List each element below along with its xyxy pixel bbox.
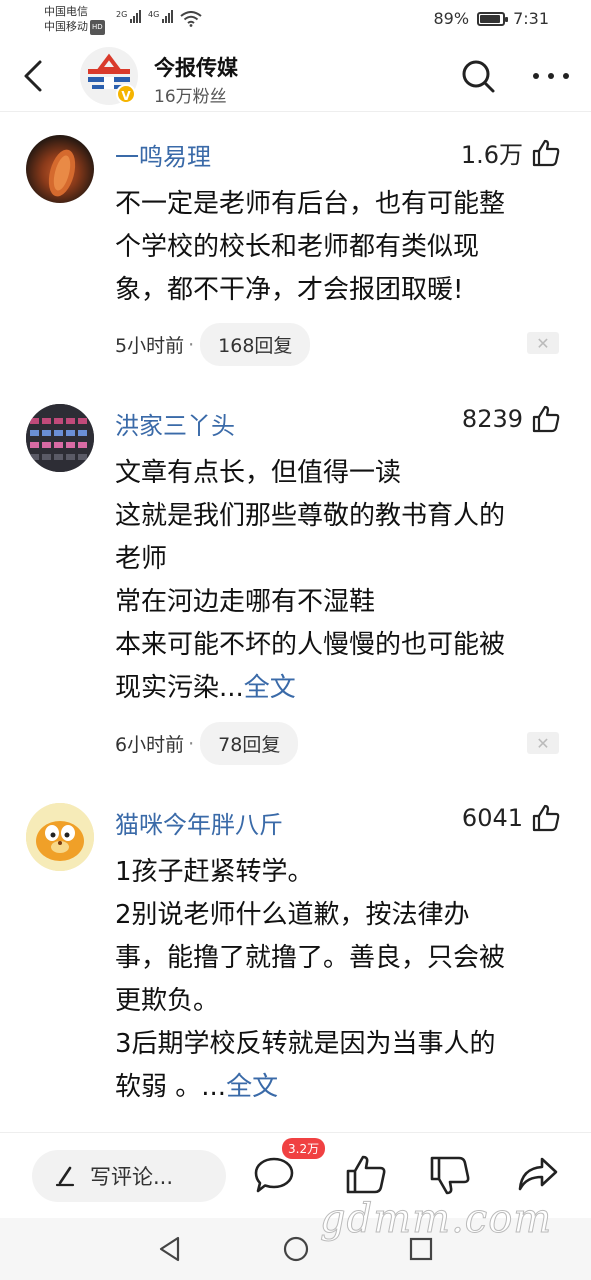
comment-text: 1孩子赶紧转学。 2别说老师什么道歉，按法律办 事，能撸了就撸了。善良，只会被 … [115,851,565,1109]
avatar[interactable] [26,803,94,871]
dismiss-button[interactable]: ✕ [527,732,559,754]
comment-line: 1孩子赶紧转学。 [115,857,314,887]
comment-line: 常在河边走哪有不湿鞋 [115,587,376,617]
status-bar: 中国电信 中国移动 HD 2G 4G 89% 7:31 [0,0,591,42]
follower-count: 16万粉丝 [154,87,227,107]
comment-author[interactable]: 一鸣易理 [115,137,211,172]
dislike-icon[interactable] [428,1153,472,1197]
like-count: 1.6万 [460,141,523,169]
search-icon[interactable] [458,56,498,96]
back-arrow-icon[interactable] [18,56,54,96]
comment-line: 3后期学校反转就是因为当事人的 [115,1029,496,1059]
wifi-icon [180,11,202,27]
comment-line: 个学校的校长和老师都有类似现 [115,232,480,262]
verified-badge: V [116,84,136,104]
comment-time: 6小时前 [115,734,185,756]
signal-4g-label: 4G [148,10,160,19]
nav-back-icon[interactable] [155,1234,185,1264]
meta-separator: · [188,732,195,755]
comment-line: 现实污染... [115,673,244,703]
comment-bubble-icon[interactable] [252,1153,296,1197]
like-count: 6041 [461,804,523,832]
like-counter[interactable]: 6041 [462,803,561,833]
battery-icon [477,11,509,26]
carrier-2: 中国移动 [44,20,88,33]
close-icon: ✕ [536,733,550,753]
avatar[interactable] [26,404,94,472]
comment-meta: 6小时前 · 78回复 [115,722,299,765]
comment-line: 软弱 。... [115,1072,227,1102]
dismiss-button[interactable]: ✕ [527,332,559,354]
signal-2g-label: 2G [116,10,128,19]
watermark: gdmm.com [319,1196,553,1243]
comment-line: 不一定是老师有后台，也有可能整 [115,189,506,219]
comment-line: 本来可能不坏的人慢慢的也可能被 [115,630,506,660]
like-count: 8239 [461,405,523,433]
comment-line: 象，都不干净，才会报团取暖! [115,275,464,305]
signal-icon: 2G [116,10,142,23]
signal-icon: 4G [148,10,174,23]
comment-time: 5小时前 [115,335,185,357]
write-comment-input[interactable]: 写评论... [32,1150,226,1202]
hd-badge: HD [90,19,105,35]
comment-text: 文章有点长，但值得一读 这就是我们那些尊敬的教书育人的 老师 常在河边走哪有不湿… [115,452,565,710]
comment-count-badge: 3.2万 [282,1138,326,1159]
write-comment-label: 写评论... [90,1165,174,1189]
avatar[interactable] [26,135,94,203]
comment-line: 2别说老师什么道歉，按法律办 [115,900,470,930]
pen-icon [55,1166,75,1187]
avatar-image [26,404,94,472]
full-text-link[interactable]: 全文 [244,673,296,703]
comment-line: 更欺负。 [115,986,220,1016]
like-counter[interactable]: 1.6万 [461,135,561,170]
share-icon[interactable] [516,1153,560,1197]
avatar-image [48,149,76,197]
thumbs-up-icon[interactable] [531,138,561,168]
carrier-1: 中国电信 [44,5,88,18]
thumbs-up-icon[interactable] [531,404,561,434]
comment-line: 事，能撸了就撸了。善良，只会被 [115,943,506,973]
comment-line: 这就是我们那些尊敬的教书育人的 [115,501,506,531]
meta-separator: · [188,333,195,356]
comment-meta: 5小时前 · 168回复 [115,323,311,366]
reply-count-button[interactable]: 78回复 [200,722,299,765]
header: 今报传媒 16万粉丝 [0,42,591,112]
battery-percent: 89% [433,9,470,28]
carrier-info: 中国电信 中国移动 HD [44,4,105,35]
avatar-image [26,803,94,871]
comment-text: 不一定是老师有后台，也有可能整 个学校的校长和老师都有类似现 象，都不干净，才会… [115,183,565,312]
clock: 7:31 [513,9,549,28]
more-icon[interactable] [526,56,576,96]
comment-author[interactable]: 洪家三丫头 [115,406,235,441]
like-counter[interactable]: 8239 [462,404,561,434]
thumbs-up-icon[interactable] [531,803,561,833]
nav-home-icon[interactable] [281,1234,311,1264]
comment-line: 老师 [115,544,168,574]
publisher-name[interactable]: 今报传媒 [154,52,238,82]
comment-line: 文章有点长，但值得一读 [115,458,402,488]
full-text-link[interactable]: 全文 [226,1072,278,1102]
status-right: 89% 7:31 [434,9,550,28]
like-icon[interactable] [344,1153,388,1197]
comment-author[interactable]: 猫咪今年胖八斤 [115,805,283,840]
close-icon: ✕ [536,333,550,353]
reply-count-button[interactable]: 168回复 [200,323,311,366]
